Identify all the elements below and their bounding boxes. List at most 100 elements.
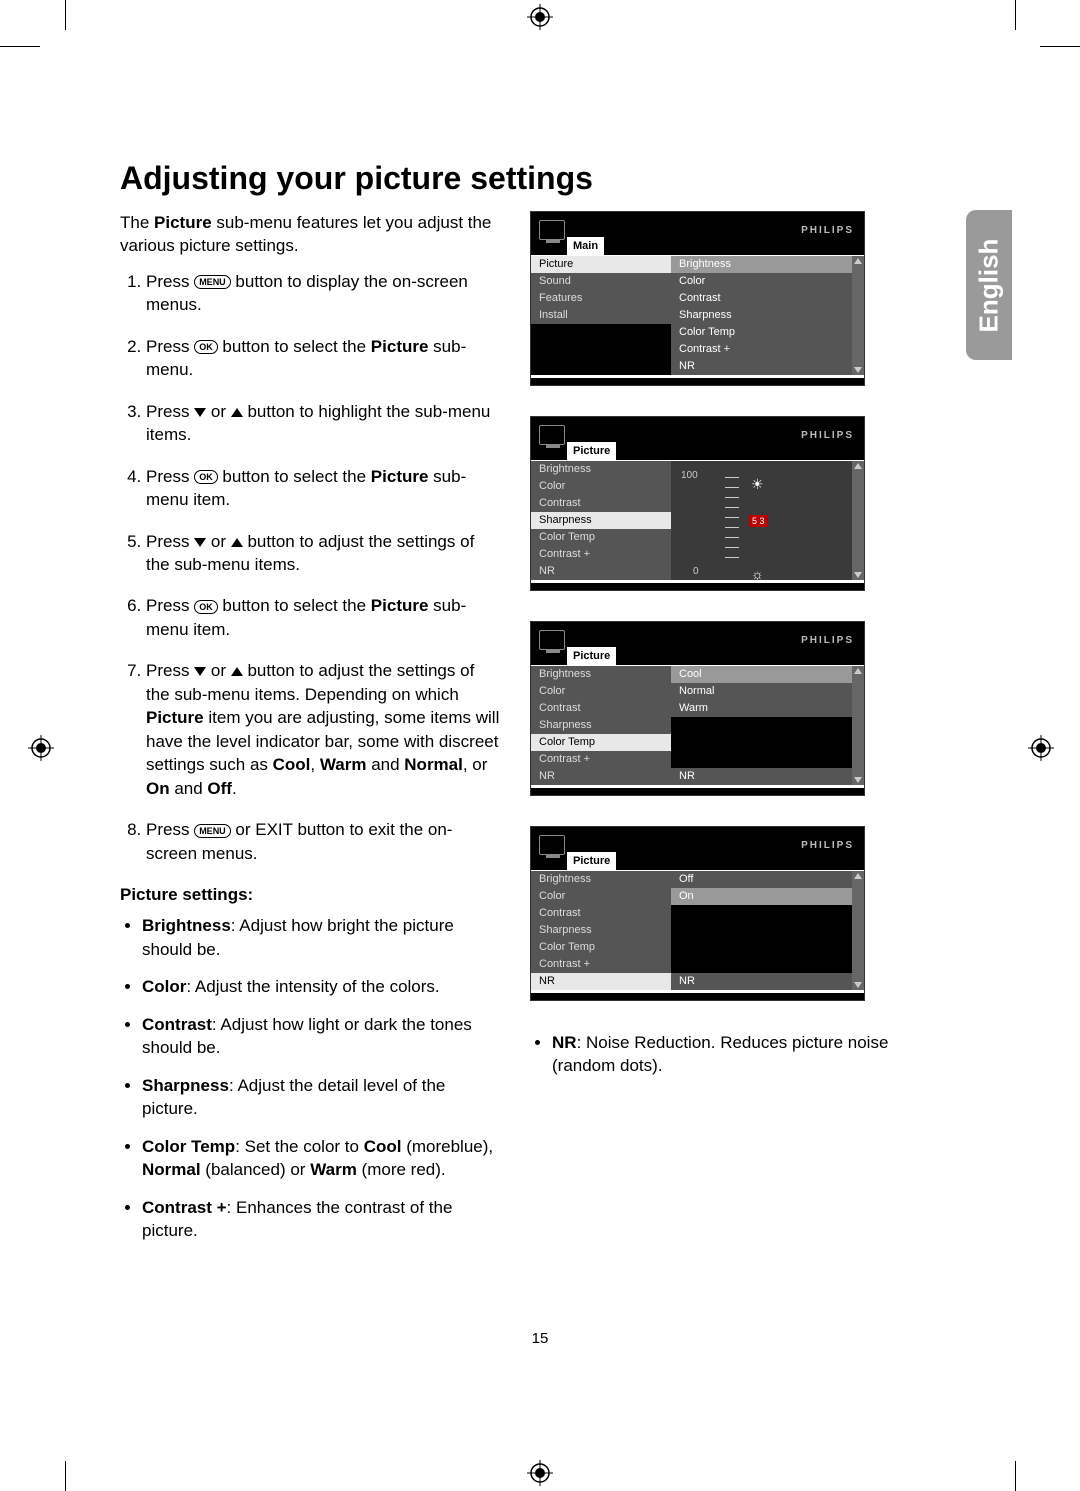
brand-label: PHILIPS: [801, 224, 854, 238]
osd-item-colortemp: Color Temp: [531, 734, 671, 751]
osd-item: NR: [531, 563, 671, 580]
osd-opt-warm: Warm: [671, 700, 864, 717]
osd-item: Color: [531, 888, 671, 905]
steps-list: Press MENU button to display the on-scre…: [120, 270, 500, 865]
page-number: 15: [0, 1330, 1080, 1347]
up-arrow-icon: [231, 667, 243, 676]
osd-main-menu: PHILIPS Main Picture Sound Features Inst…: [530, 211, 865, 386]
setting-colortemp: Color Temp: Set the color to Cool (moreb…: [142, 1135, 500, 1182]
slider-indicator: 100 0 ☀ ☼ 5 3: [711, 469, 841, 579]
osd-sub-brightness: Brightness: [671, 256, 864, 273]
osd-crumb: Picture: [567, 852, 616, 871]
osd-opt-normal: Normal: [671, 683, 864, 700]
osd-picture-slider: PHILIPS Picture Brightness Color Contras…: [530, 416, 865, 591]
registration-mark-right: [1028, 735, 1054, 761]
crop-line: [1015, 0, 1016, 30]
osd-item: Color: [531, 683, 671, 700]
down-arrow-icon: [194, 538, 206, 547]
osd-crumb: Picture: [567, 442, 616, 461]
settings-list: Brightness: Adjust how bright the pictur…: [120, 914, 500, 1242]
step-6: Press OK button to select the Picture su…: [146, 594, 500, 641]
setting-contrast: Contrast: Adjust how light or dark the t…: [142, 1013, 500, 1060]
language-tab-label: English: [974, 238, 1005, 332]
osd-item-features: Features: [531, 290, 671, 307]
osd-scrollbar: [852, 871, 864, 990]
osd-sub-nr: NR: [671, 358, 864, 375]
osd-item: Brightness: [531, 666, 671, 683]
slider-min: 0: [693, 565, 699, 579]
osd-item: Brightness: [531, 461, 671, 478]
setting-brightness: Brightness: Adjust how bright the pictur…: [142, 914, 500, 961]
settings-heading: Picture settings:: [120, 883, 500, 906]
step-3: Press or button to highlight the sub-men…: [146, 400, 500, 447]
step-4: Press OK button to select the Picture su…: [146, 465, 500, 512]
osd-item: Color: [531, 478, 671, 495]
osd-sub-color: Color: [671, 273, 864, 290]
osd-sub-sharpness: Sharpness: [671, 307, 864, 324]
osd-crumb: Picture: [567, 647, 616, 666]
brand-label: PHILIPS: [801, 839, 854, 853]
setting-nr: NR: Noise Reduction. Reduces picture noi…: [552, 1031, 910, 1078]
osd-item: Sharpness: [531, 717, 671, 734]
osd-item-sound: Sound: [531, 273, 671, 290]
osd-item-sharpness: Sharpness: [531, 512, 671, 529]
osd-sub-contrast: Contrast: [671, 290, 864, 307]
osd-item-install: Install: [531, 307, 671, 324]
osd-opt-cool: Cool: [671, 666, 864, 683]
osd-opt-nr: NR: [671, 973, 864, 990]
tv-icon: [539, 835, 565, 855]
step-8: Press MENU or EXIT button to exit the on…: [146, 818, 500, 865]
ok-button-icon: OK: [194, 340, 218, 354]
osd-item: NR: [531, 768, 671, 785]
brand-label: PHILIPS: [801, 634, 854, 648]
osd-item: Brightness: [531, 871, 671, 888]
setting-contrast-plus: Contrast +: Enhances the contrast of the…: [142, 1196, 500, 1243]
sun-high-icon: ☀: [751, 475, 761, 485]
osd-scrollbar: [852, 666, 864, 785]
step-2: Press OK button to select the Picture su…: [146, 335, 500, 382]
osd-nr-menu: PHILIPS Picture Brightness Color Contras…: [530, 826, 865, 1001]
osd-item: Contrast: [531, 495, 671, 512]
crop-line: [1015, 1461, 1016, 1491]
osd-item-nr: NR: [531, 973, 671, 990]
osd-sub-colortemp: Color Temp: [671, 324, 864, 341]
slider-max: 100: [681, 469, 698, 483]
osd-scrollbar: [852, 256, 864, 375]
tv-icon: [539, 220, 565, 240]
up-arrow-icon: [231, 408, 243, 417]
language-tab: English: [966, 210, 1012, 360]
step-7: Press or button to adjust the settings o…: [146, 659, 500, 800]
step-1: Press MENU button to display the on-scre…: [146, 270, 500, 317]
down-arrow-icon: [194, 667, 206, 676]
osd-item: Color Temp: [531, 939, 671, 956]
osd-colortemp-menu: PHILIPS Picture Brightness Color Contras…: [530, 621, 865, 796]
osd-scrollbar: [852, 461, 864, 580]
osd-opt-on: On: [671, 888, 864, 905]
menu-button-icon: MENU: [194, 824, 231, 838]
intro-text: The Picture sub-menu features let you ad…: [120, 211, 500, 258]
ok-button-icon: OK: [194, 470, 218, 484]
registration-mark-bottom: [527, 1460, 553, 1486]
osd-item: Contrast: [531, 700, 671, 717]
osd-crumb: Main: [567, 237, 604, 256]
ok-button-icon: OK: [194, 600, 218, 614]
sun-low-icon: ☼: [751, 565, 761, 575]
osd-item: Contrast +: [531, 751, 671, 768]
crop-line: [1040, 46, 1080, 47]
slider-value: 5 3: [749, 515, 768, 527]
osd-item: Contrast: [531, 905, 671, 922]
tv-icon: [539, 425, 565, 445]
setting-sharpness: Sharpness: Adjust the detail level of th…: [142, 1074, 500, 1121]
osd-opt-nr: NR: [671, 768, 864, 785]
settings-list-right: NR: Noise Reduction. Reduces picture noi…: [530, 1031, 910, 1078]
brand-label: PHILIPS: [801, 429, 854, 443]
page-title: Adjusting your picture settings: [120, 160, 950, 197]
osd-item: Sharpness: [531, 922, 671, 939]
osd-sub-contrast-plus: Contrast +: [671, 341, 864, 358]
down-arrow-icon: [194, 408, 206, 417]
crop-line: [65, 0, 66, 30]
crop-line: [0, 46, 40, 47]
up-arrow-icon: [231, 538, 243, 547]
osd-item-picture: Picture: [531, 256, 671, 273]
tv-icon: [539, 630, 565, 650]
